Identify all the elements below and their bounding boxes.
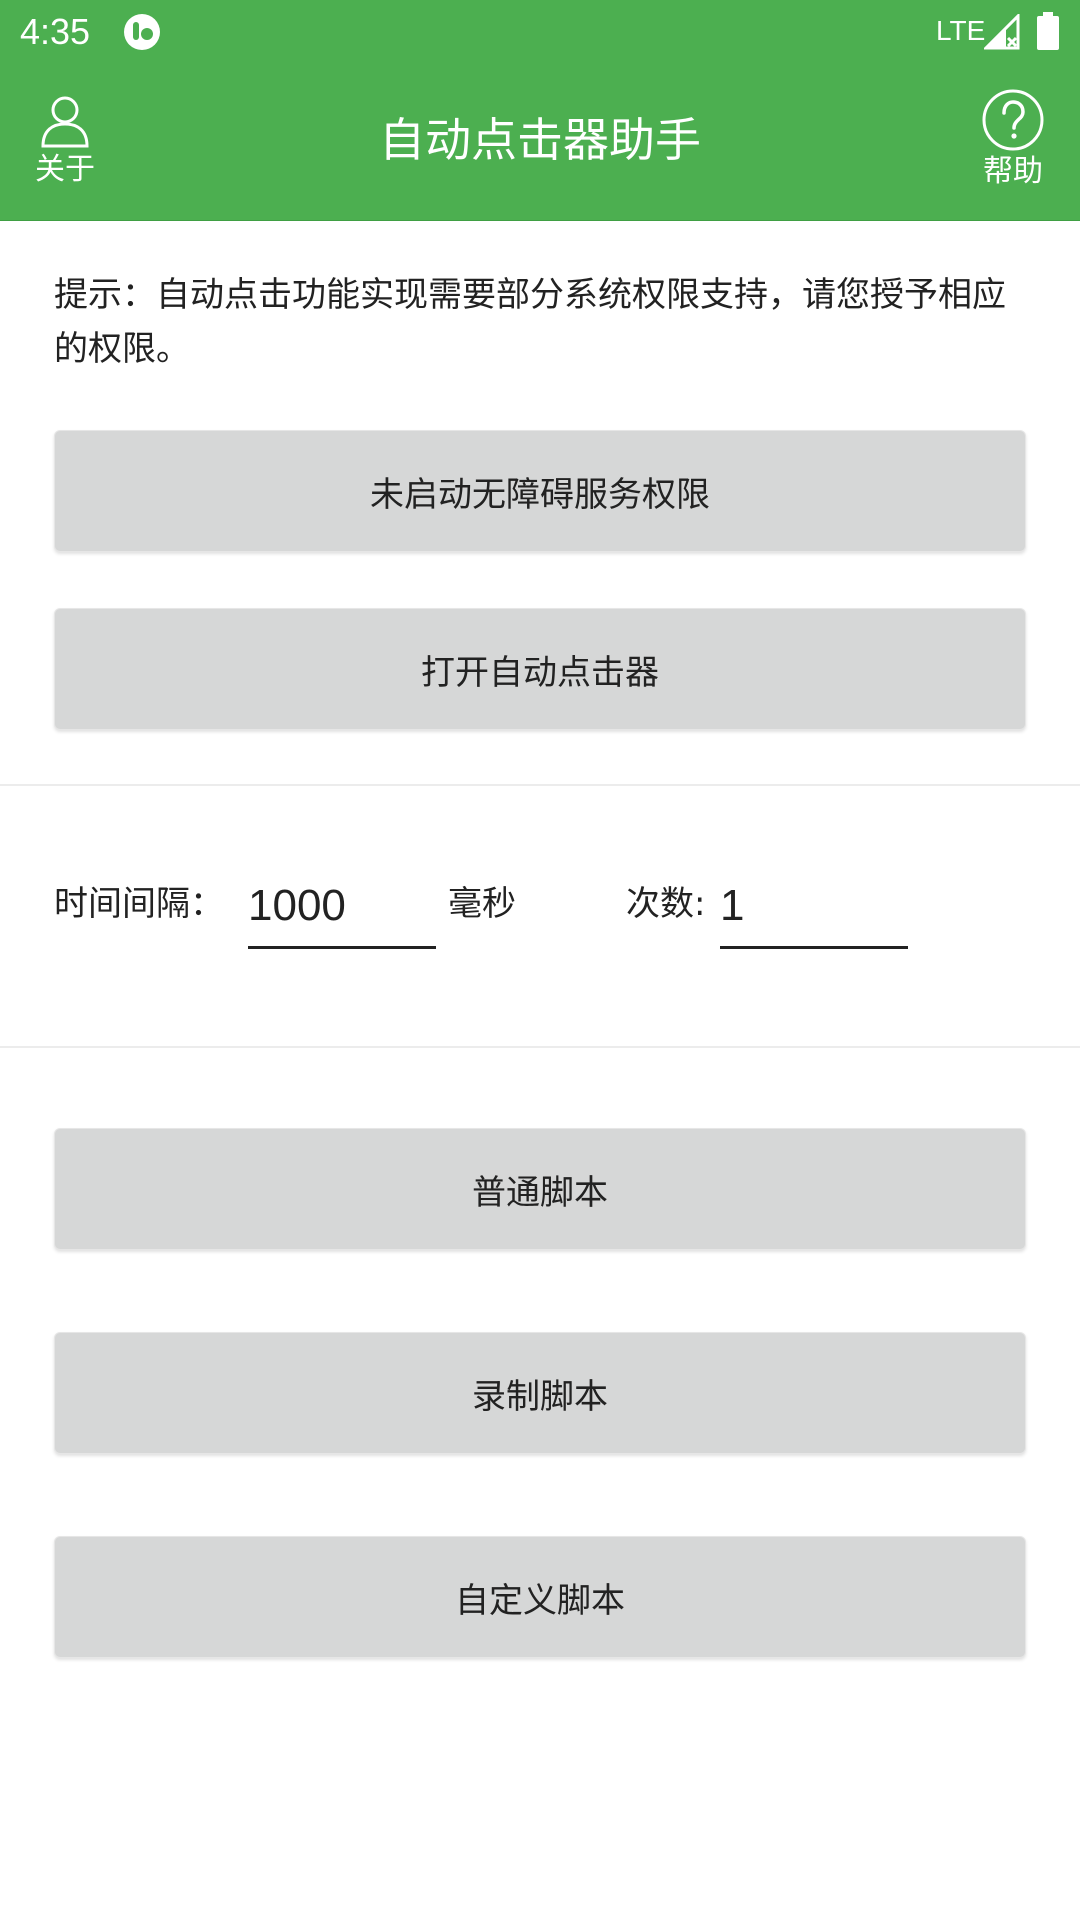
custom-script-button[interactable]: 自定义脚本: [54, 1536, 1026, 1658]
interval-label: 时间间隔：: [54, 884, 224, 924]
status-bar: 4:35 LTE: [0, 0, 1080, 64]
signal-icon: [984, 14, 1020, 50]
status-time: 4:35: [20, 11, 91, 52]
page-title: 自动点击器助手: [379, 113, 701, 167]
help-button[interactable]: 帮助: [968, 88, 1058, 198]
permission-tip-text: 提示：自动点击功能实现需要部分系统权限支持，请您授予相应的权限。: [54, 275, 1006, 369]
count-label: 次数:: [626, 884, 706, 924]
count-field-wrap: [720, 876, 908, 949]
interval-input[interactable]: [248, 876, 436, 936]
divider: [0, 1046, 1080, 1048]
network-type-label: LTE: [936, 15, 986, 46]
interval-unit-label: 毫秒: [448, 884, 516, 924]
help-label: 帮助: [983, 154, 1043, 189]
app-bar: 关于 自动点击器助手 帮助: [0, 64, 1080, 221]
help-circle-icon: [982, 89, 1044, 151]
record-script-button[interactable]: 录制脚本: [54, 1332, 1026, 1454]
app-notification-icon: [124, 14, 160, 50]
interval-field-wrap: [248, 876, 436, 949]
battery-icon: [1037, 12, 1059, 50]
count-input[interactable]: [720, 876, 908, 936]
divider: [0, 784, 1080, 786]
open-auto-clicker-button[interactable]: 打开自动点击器: [54, 608, 1026, 730]
normal-script-button[interactable]: 普通脚本: [54, 1128, 1026, 1250]
accessibility-permission-button[interactable]: 未启动无障碍服务权限: [54, 430, 1026, 552]
